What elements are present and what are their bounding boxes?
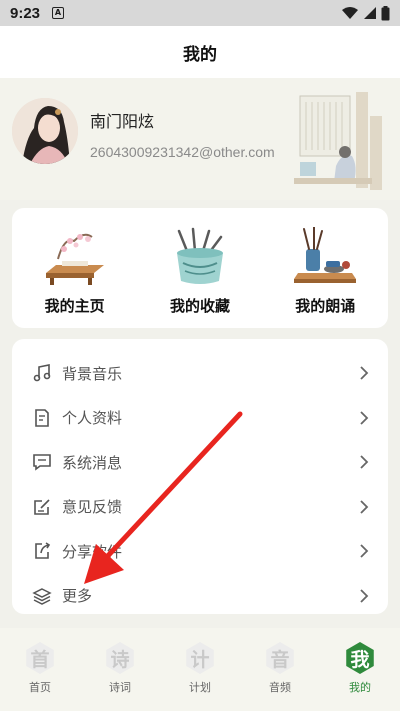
menu-label: 个人资料 <box>62 409 123 428</box>
quick-label-recitations: 我的朗诵 <box>295 297 356 315</box>
inkstone-icon <box>294 227 357 283</box>
nav-label: 计划 <box>189 681 211 694</box>
menu-label: 意见反馈 <box>62 498 123 517</box>
quick-label-homepage: 我的主页 <box>44 297 105 315</box>
wifi-icon <box>342 7 358 19</box>
menu-item-background-music[interactable]: 背景音乐 <box>12 351 388 396</box>
chevron-right-icon <box>360 455 369 469</box>
quick-actions-card: 我的主页 我的收藏 我的朗诵 <box>12 208 388 328</box>
message-icon <box>32 452 52 472</box>
avatar[interactable] <box>12 98 78 164</box>
layers-icon <box>32 586 52 606</box>
menu-item-share-app[interactable]: 分享软件 <box>12 529 388 574</box>
chevron-right-icon <box>360 544 369 558</box>
my-favorites-button[interactable]: 我的收藏 <box>145 227 255 316</box>
status-icons <box>341 5 390 21</box>
desk-icon <box>45 233 104 285</box>
bottom-nav: 首 首页 诗 诗词 计 计划 音 音频 我 我的 <box>0 628 400 711</box>
scholar-illustration <box>294 92 382 190</box>
music-note-icon <box>32 363 52 383</box>
nav-label: 首页 <box>29 681 51 694</box>
profile-section[interactable]: 南门阳炫 26043009231342@other.com <box>0 78 400 200</box>
document-icon <box>32 408 52 428</box>
status-time: 9:23 <box>10 4 41 22</box>
menu-item-profile[interactable]: 个人资料 <box>12 396 388 441</box>
nav-label: 音频 <box>269 681 291 694</box>
signal-icon <box>364 7 376 19</box>
status-bar: 9:23 A <box>0 0 400 26</box>
nav-plan-icon: 计 <box>186 642 214 674</box>
page-title: 我的 <box>183 44 217 65</box>
menu-label: 系统消息 <box>62 453 123 472</box>
battery-icon <box>381 5 390 20</box>
nav-tab-audio[interactable]: 音 音频 <box>250 642 310 711</box>
quick-label-favorites: 我的收藏 <box>169 297 230 315</box>
menu-label: 背景音乐 <box>62 364 123 383</box>
feedback-icon <box>32 497 52 517</box>
nav-tab-plan[interactable]: 计 计划 <box>170 642 230 711</box>
share-icon <box>32 541 52 561</box>
nav-tab-home[interactable]: 首 首页 <box>10 642 70 711</box>
brush-pot-icon <box>176 227 223 284</box>
user-email: 26043009231342@other.com <box>90 144 275 160</box>
avatar-image <box>12 98 78 164</box>
my-recitations-button[interactable]: 我的朗诵 <box>270 227 380 316</box>
menu-item-feedback[interactable]: 意见反馈 <box>12 485 388 530</box>
settings-menu: 背景音乐 个人资料 系统消息 意见反馈 分享软件 更多 <box>12 339 388 614</box>
chevron-right-icon <box>360 411 369 425</box>
nav-poems-icon: 诗 <box>106 642 134 674</box>
chevron-right-icon <box>360 589 369 603</box>
username: 南门阳炫 <box>90 112 155 131</box>
nav-home-icon: 首 <box>26 642 54 674</box>
nav-tab-mine[interactable]: 我 我的 <box>330 642 390 711</box>
menu-label: 分享软件 <box>62 542 123 561</box>
nav-tab-poems[interactable]: 诗 诗词 <box>90 642 150 711</box>
nav-mine-icon: 我 <box>346 642 374 674</box>
notification-icon: A <box>52 7 65 19</box>
menu-item-more[interactable]: 更多 <box>12 574 388 619</box>
chevron-right-icon <box>360 500 369 514</box>
nav-label: 诗词 <box>109 681 131 694</box>
my-homepage-button[interactable]: 我的主页 <box>20 227 130 316</box>
chevron-right-icon <box>360 366 369 380</box>
nav-audio-icon: 音 <box>266 642 294 674</box>
menu-item-system-messages[interactable]: 系统消息 <box>12 440 388 485</box>
header: 我的 <box>0 26 400 78</box>
menu-label: 更多 <box>62 587 93 606</box>
nav-label: 我的 <box>349 681 371 694</box>
